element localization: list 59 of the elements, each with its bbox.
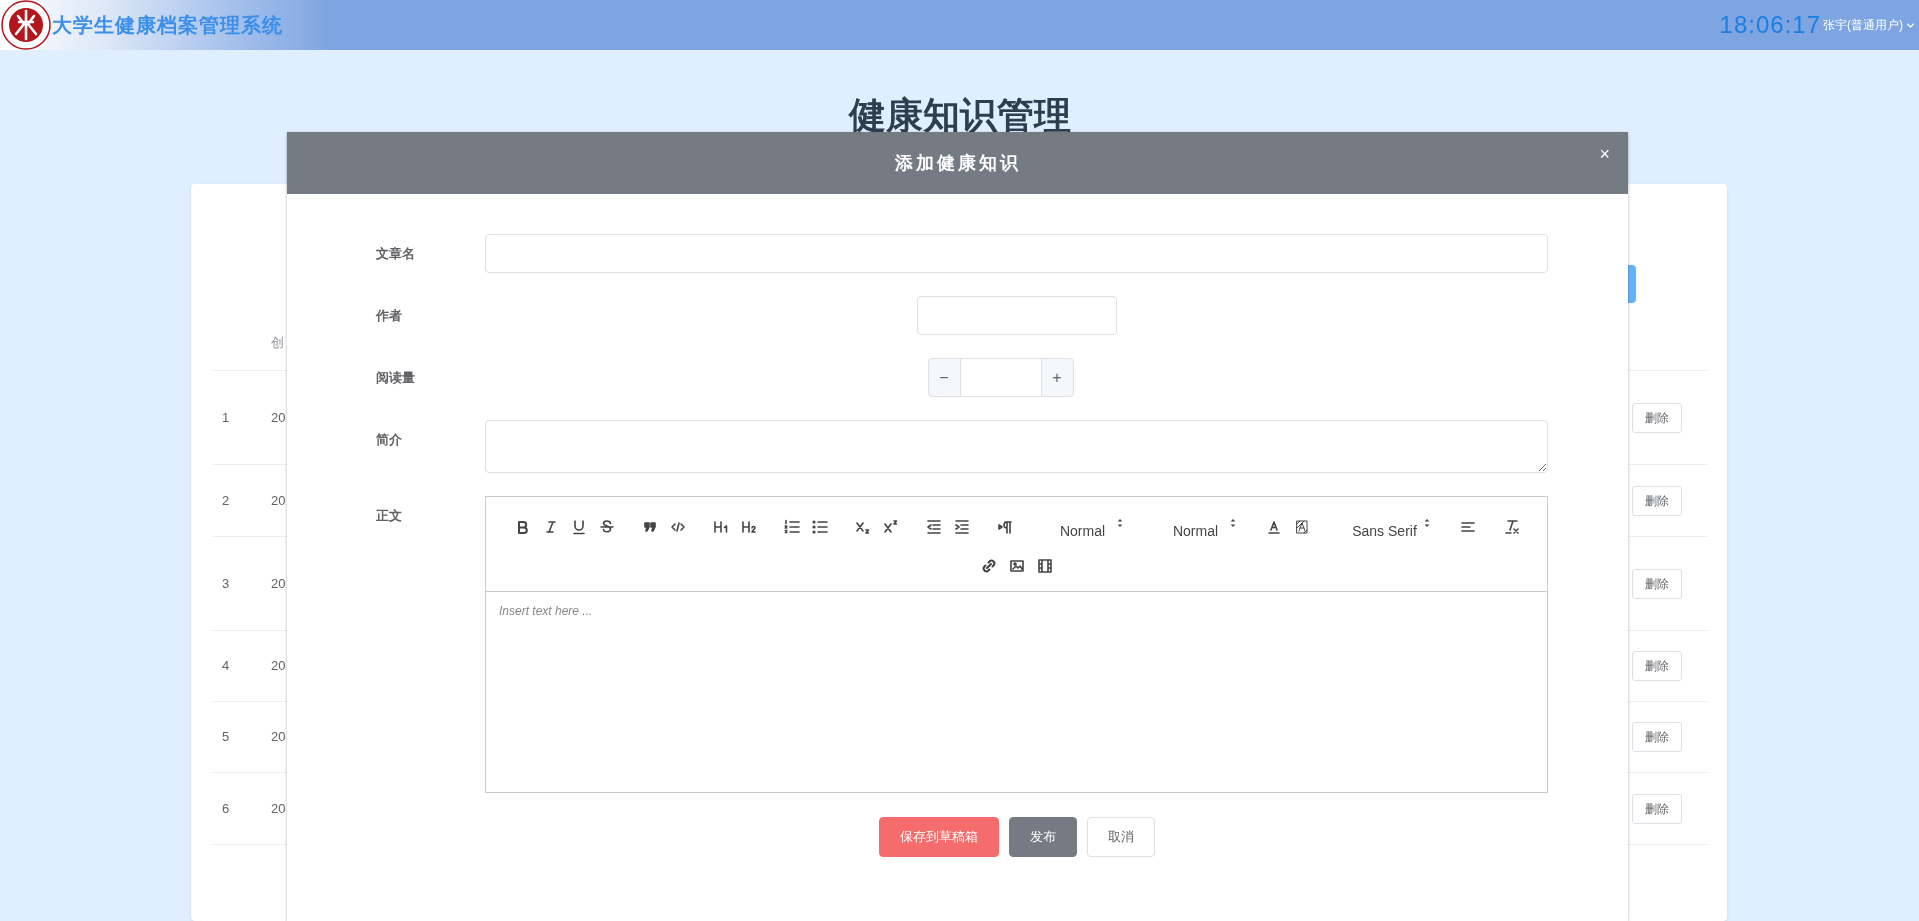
input-field[interactable] xyxy=(916,296,1117,335)
sort-arrows-icon xyxy=(1228,517,1237,529)
decrement-button[interactable]: − xyxy=(927,358,961,397)
table-cell-text: 20 xyxy=(271,408,286,427)
sort-arrows-icon xyxy=(1115,517,1124,529)
delete-button[interactable]: 删除 xyxy=(1632,402,1682,433)
delete-button[interactable]: 删除 xyxy=(1632,651,1682,681)
delete-button[interactable]: 删除 xyxy=(1632,793,1682,824)
heading-two-icon xyxy=(739,518,758,536)
outdent-icon xyxy=(924,518,943,536)
field-label: 简介 xyxy=(376,431,403,449)
field-label: 文章名 xyxy=(376,245,416,263)
table-cell-text: 20 xyxy=(271,574,286,593)
chevron-down-icon xyxy=(1906,20,1915,30)
table-cell-text: 6 xyxy=(222,799,231,818)
field-label: 阅读量 xyxy=(376,369,416,387)
app-title: 大学生健康档案管理系统 xyxy=(52,13,283,38)
table-cell-text: 20 xyxy=(271,799,286,818)
text-editor[interactable]: Insert text here ... xyxy=(486,592,1547,792)
table-cell-text: 3 xyxy=(222,574,231,593)
summary-field[interactable] xyxy=(485,420,1548,473)
close-button[interactable]: × xyxy=(1599,144,1610,164)
heading-one-icon xyxy=(711,518,730,536)
link-icon xyxy=(979,557,998,575)
superscript-icon xyxy=(881,518,900,536)
numbered-list-icon xyxy=(782,518,801,536)
rich-text-editor[interactable]: Normal Normal Sans Serif Insert text here ... xyxy=(485,496,1548,793)
delete-button[interactable]: 删除 xyxy=(1632,722,1682,752)
table-cell-text: 2 xyxy=(222,491,231,510)
image-icon xyxy=(1007,557,1026,575)
page-title: 健康知识管理 xyxy=(848,94,1071,138)
table-cell-text: 20 xyxy=(271,657,286,676)
dropdown-picker[interactable]: Sans Serif xyxy=(1330,515,1439,539)
dialog-title: 添加健康知识 xyxy=(894,151,1021,175)
delete-button[interactable]: 删除 xyxy=(1632,485,1682,516)
dropdown-picker[interactable]: Normal xyxy=(1033,515,1132,539)
table-cell-text: 20 xyxy=(271,728,286,747)
increment-button[interactable]: + xyxy=(1040,358,1074,397)
delete-button[interactable]: 删除 xyxy=(1632,568,1682,599)
clock: 18:06:17 xyxy=(1719,10,1821,40)
table-cell-text: 5 xyxy=(222,728,231,747)
table-cell-text: 1 xyxy=(222,408,231,427)
input-field[interactable] xyxy=(485,234,1548,273)
video-icon xyxy=(1035,557,1054,575)
table-cell-text: 20 xyxy=(271,491,286,510)
field-label: 作者 xyxy=(376,307,403,325)
column-header: 创 xyxy=(271,333,284,352)
strikethrough-icon xyxy=(597,518,616,536)
cancel-button[interactable]: 取消 xyxy=(1086,817,1155,857)
indent-icon xyxy=(952,518,971,536)
dropdown-picker[interactable]: Normal xyxy=(1146,515,1245,539)
seal-icon xyxy=(1,0,51,50)
field-label: 正文 xyxy=(376,507,403,525)
table-cell-text: 4 xyxy=(222,657,231,676)
bullet-list-icon xyxy=(810,518,829,536)
text-direction-icon xyxy=(995,518,1014,536)
sort-arrows-icon xyxy=(1422,517,1431,529)
number-field[interactable] xyxy=(960,358,1041,397)
publish-button[interactable]: 发布 xyxy=(1008,817,1077,857)
